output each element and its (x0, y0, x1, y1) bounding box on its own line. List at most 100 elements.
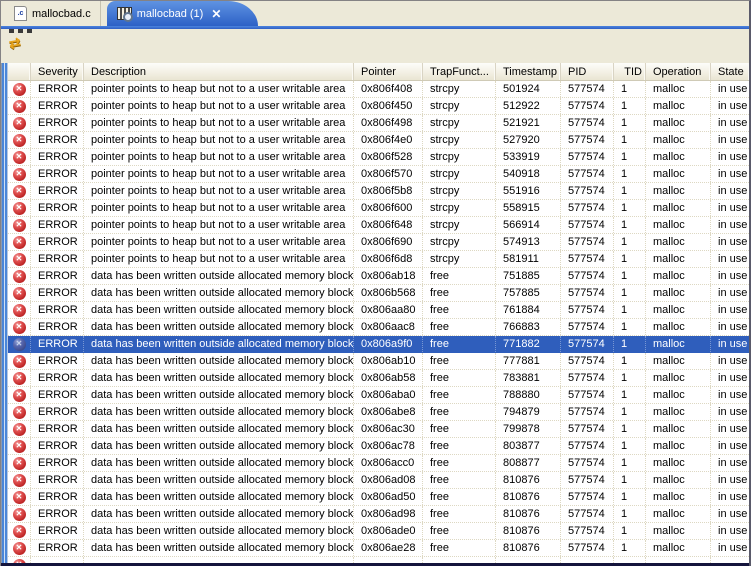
state-cell: in use (711, 472, 749, 488)
severity-cell: ERROR (31, 149, 84, 165)
pid-cell: 577574 (561, 506, 614, 522)
pid-cell: 577574 (561, 132, 614, 148)
pointer-cell: 0x806f4e0 (354, 132, 423, 148)
severity-cell: ERROR (31, 455, 84, 471)
operation-cell: malloc (646, 336, 711, 352)
column-header-state[interactable]: State (711, 63, 749, 80)
trap-cell: free (423, 455, 496, 471)
column-header-severity[interactable]: Severity (31, 63, 84, 80)
table-row[interactable]: ✕ERRORpointer points to heap but not to … (8, 81, 749, 98)
severity-icon-cell: ✕ (8, 166, 31, 182)
timestamp-cell: 521921 (496, 115, 561, 131)
error-icon: ✕ (13, 287, 26, 300)
table-body[interactable]: ✕ERRORpointer points to heap but not to … (8, 81, 749, 563)
pid-cell: 577574 (561, 285, 614, 301)
table-row[interactable]: ✕ERRORdata has been written outside allo… (8, 438, 749, 455)
trap-cell: free (423, 506, 496, 522)
view-content: SeverityDescriptionPointerTrapFunct...Ti… (1, 63, 749, 563)
error-icon: ✕ (13, 338, 26, 351)
column-header-operation[interactable]: Operation (646, 63, 711, 80)
table-row[interactable]: ✕ERRORdata has been written outside allo… (8, 455, 749, 472)
pointer-cell: 0x806f5b8 (354, 183, 423, 199)
table-row[interactable]: ✕ERRORdata has been written outside allo… (8, 319, 749, 336)
description-cell: data has been written outside allocated … (84, 438, 354, 454)
column-header-pointer[interactable]: Pointer (354, 63, 423, 80)
operation-cell: malloc (646, 387, 711, 403)
tid-cell: 1 (614, 506, 646, 522)
timestamp-cell: 751885 (496, 268, 561, 284)
table-row[interactable]: ✕ERRORpointer points to heap but not to … (8, 251, 749, 268)
memory-analysis-icon (117, 7, 132, 20)
column-header-description[interactable]: Description (84, 63, 354, 80)
timestamp-cell: 527920 (496, 132, 561, 148)
description-cell: data has been written outside allocated … (84, 387, 354, 403)
table-row[interactable]: ✕ERRORdata has been written outside allo… (8, 472, 749, 489)
column-header-trap[interactable]: TrapFunct... (423, 63, 496, 80)
state-cell: in use (711, 98, 749, 114)
error-icon: ✕ (13, 83, 26, 96)
pid-cell: 577574 (561, 523, 614, 539)
trap-cell: free (423, 319, 496, 335)
tab-mallocbad-c[interactable]: .c mallocbad.c (5, 1, 101, 26)
table-row[interactable]: ✕ERRORpointer points to heap but not to … (8, 166, 749, 183)
column-header-pid[interactable]: PID (561, 63, 614, 80)
table-row[interactable]: ✕ERRORdata has been written outside allo… (8, 540, 749, 557)
memory-analysis-window: .c mallocbad.c mallocbad (1) ✕ ⇄ Severit… (0, 0, 751, 566)
table-row[interactable]: ✕ERRORdata has been written outside allo… (8, 387, 749, 404)
tid-cell: 1 (614, 438, 646, 454)
description-cell: pointer points to heap but not to a user… (84, 132, 354, 148)
table-row[interactable]: ✕ERRORpointer points to heap but not to … (8, 149, 749, 166)
tid-cell: 1 (614, 472, 646, 488)
operation-cell: malloc (646, 200, 711, 216)
pid-cell: 577574 (561, 302, 614, 318)
trap-cell: free (423, 404, 496, 420)
table-row[interactable]: ✕ERRORpointer points to heap but not to … (8, 200, 749, 217)
column-header-icon[interactable] (8, 63, 31, 80)
table-row-selected[interactable]: ✕ERRORdata has been written outside allo… (8, 336, 749, 353)
table-row[interactable]: ✕ERRORdata has been written outside allo… (8, 404, 749, 421)
table-row[interactable]: ✕ERRORpointer points to heap but not to … (8, 234, 749, 251)
table-row[interactable]: ✕ERRORpointer points to heap but not to … (8, 217, 749, 234)
column-header-tid[interactable]: TID (614, 63, 646, 80)
tid-cell: 1 (614, 200, 646, 216)
close-icon[interactable]: ✕ (208, 8, 224, 20)
table-row[interactable]: ✕ERRORdata has been written outside allo… (8, 489, 749, 506)
pointer-cell: 0x806b568 (354, 285, 423, 301)
pid-cell: 577574 (561, 98, 614, 114)
table-row[interactable]: ✕ERRORdata has been written outside allo… (8, 285, 749, 302)
trap-cell: free (423, 285, 496, 301)
table-row[interactable]: ✕ERRORdata has been written outside allo… (8, 353, 749, 370)
trap-cell: strcpy (423, 98, 496, 114)
tid-cell: 1 (614, 336, 646, 352)
tab-mallocbad-1[interactable]: mallocbad (1) ✕ (107, 1, 229, 26)
table-row[interactable]: ✕ERRORdata has been written outside allo… (8, 523, 749, 540)
table-row[interactable]: ✕ERRORdata has been written outside allo… (8, 370, 749, 387)
view-frame-border (1, 63, 8, 563)
tid-cell: 1 (614, 319, 646, 335)
pid-cell: 577574 (561, 268, 614, 284)
table-row[interactable]: ✕ERRORpointer points to heap but not to … (8, 183, 749, 200)
error-icon: ✕ (13, 151, 26, 164)
description-cell: data has been written outside allocated … (84, 489, 354, 505)
operation-cell: malloc (646, 132, 711, 148)
pointer-cell: 0x806aba0 (354, 387, 423, 403)
trap-cell: strcpy (423, 217, 496, 233)
pointer-cell: 0x806ac78 (354, 438, 423, 454)
severity-cell: ERROR (31, 353, 84, 369)
state-cell: in use (711, 115, 749, 131)
table-row[interactable]: ✕ERRORpointer points to heap but not to … (8, 98, 749, 115)
table-row[interactable]: ✕ERRORdata has been written outside allo… (8, 268, 749, 285)
table-row[interactable]: ✕ERRORdata has been written outside allo… (8, 302, 749, 319)
table-row[interactable]: ✕ERRORpointer points to heap but not to … (8, 132, 749, 149)
error-icon: ✕ (13, 372, 26, 385)
operation-cell: malloc (646, 472, 711, 488)
severity-cell: ERROR (31, 302, 84, 318)
table-row[interactable]: ✕ERRORdata has been written outside allo… (8, 421, 749, 438)
tid-cell: 1 (614, 404, 646, 420)
table-row[interactable]: ✕ERRORdata has been written outside allo… (8, 506, 749, 523)
timestamp-cell: 501924 (496, 81, 561, 97)
state-cell: in use (711, 506, 749, 522)
state-cell: in use (711, 523, 749, 539)
column-header-timestamp[interactable]: Timestamp (496, 63, 561, 80)
table-row[interactable]: ✕ERRORpointer points to heap but not to … (8, 115, 749, 132)
